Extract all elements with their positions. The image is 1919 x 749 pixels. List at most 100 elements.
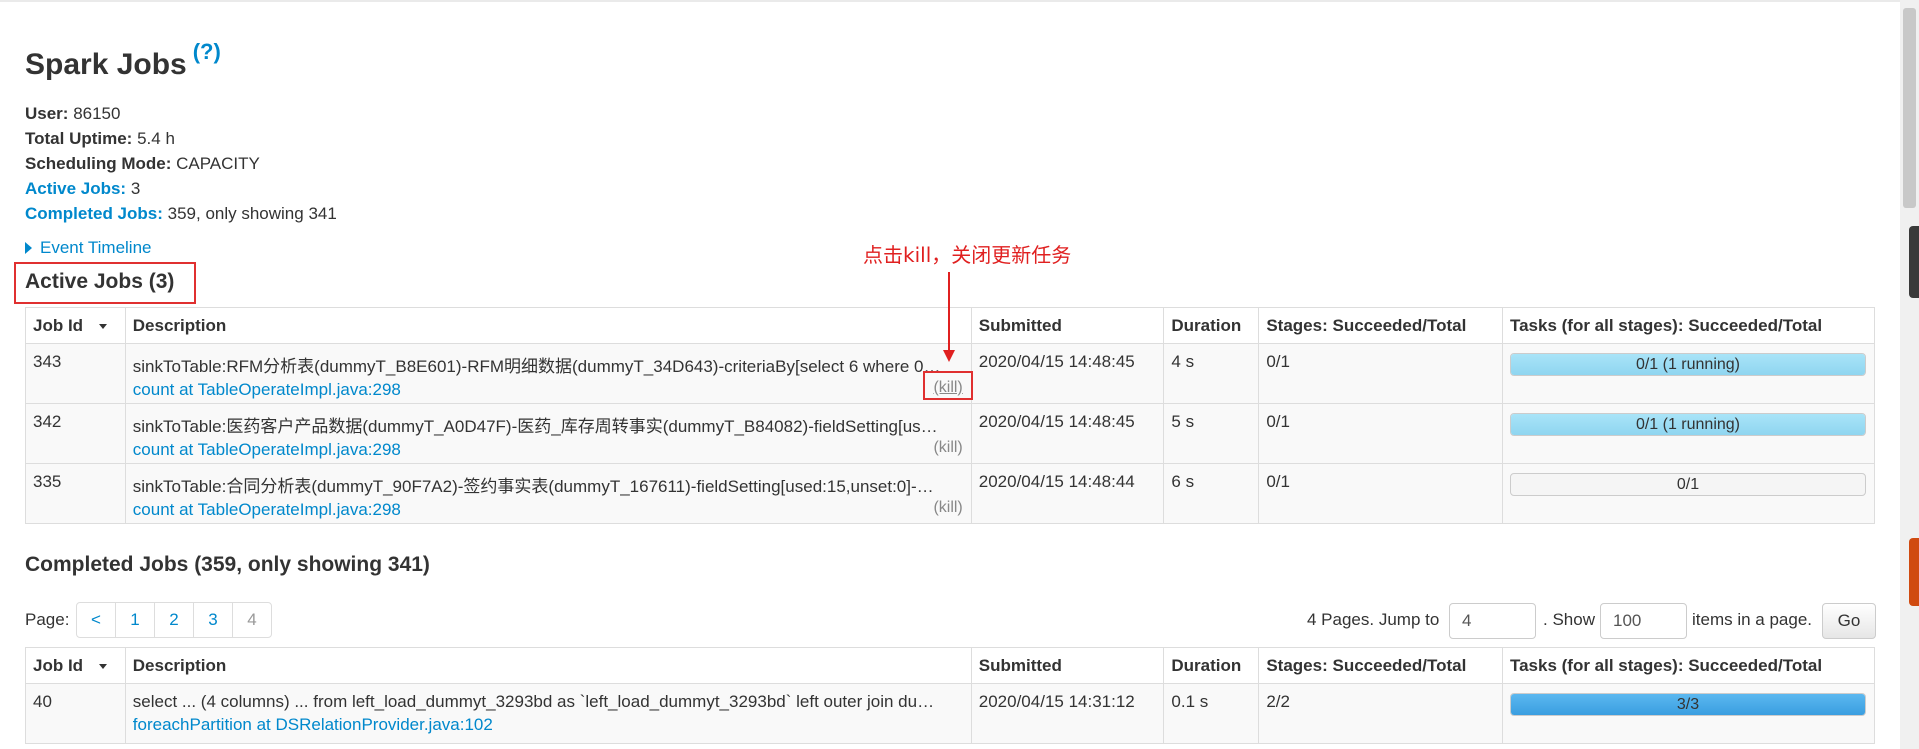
job-tasks: 0/1 (1 running) <box>1501 343 1876 404</box>
page-1-button[interactable]: 1 <box>115 602 155 638</box>
job-callsite-link[interactable]: count at TableOperateImpl.java:298 <box>133 500 401 519</box>
completed-jobs-value: 359, only showing 341 <box>162 204 337 223</box>
job-submitted: 2020/04/15 14:48:45 <box>970 343 1165 404</box>
completed-jobs-link[interactable]: Completed Jobs: <box>25 204 163 223</box>
job-tasks: 3/3 <box>1501 683 1876 744</box>
tasks-progress-bar: 0/1 (1 running) <box>1509 413 1866 436</box>
job-description: sinkToTable:医药客户产品数据(dummyT_A0D47F)-医药_库… <box>124 403 972 464</box>
kill-link[interactable]: (kill) <box>933 499 962 517</box>
top-border <box>0 0 1900 2</box>
annotation-text: 点击kill，关闭更新任务 <box>863 243 1072 267</box>
sort-desc-icon <box>99 663 108 669</box>
job-callsite-link[interactable]: count at TableOperateImpl.java:298 <box>133 380 401 399</box>
active-jobs-value: 3 <box>126 179 141 198</box>
completed-jobs-table-wrap: Job Id Description Submitted Duration St… <box>25 647 1876 744</box>
summary-scheduling: Scheduling Mode: CAPACITY <box>25 151 1875 176</box>
col-tasks[interactable]: Tasks (for all stages): Succeeded/Total <box>1501 647 1876 684</box>
table-row: 40 select ... (4 columns) ... from left_… <box>25 683 1876 744</box>
col-stages[interactable]: Stages: Succeeded/Total <box>1258 647 1503 684</box>
col-job-id[interactable]: Job Id <box>25 647 126 684</box>
tasks-progress-text: 0/1 (1 running) <box>1635 356 1740 373</box>
completed-jobs-heading[interactable]: Completed Jobs (359, only showing 341) <box>25 553 430 577</box>
side-widget-top[interactable] <box>1909 226 1919 298</box>
job-stages: 0/1 <box>1258 343 1503 404</box>
sort-desc-icon <box>99 323 108 329</box>
job-duration: 6 s <box>1163 463 1260 524</box>
job-stages: 0/1 <box>1258 403 1503 464</box>
active-jobs-table-wrap: Job Id Description Submitted Duration St… <box>25 307 1876 524</box>
page-prev-button[interactable]: < <box>76 602 116 638</box>
active-jobs-link[interactable]: Active Jobs: <box>25 179 126 198</box>
summary-user: User: 86150 <box>25 101 1875 126</box>
col-submitted[interactable]: Submitted <box>970 307 1165 344</box>
job-description: select ... (4 columns) ... from left_loa… <box>124 683 972 744</box>
job-id: 342 <box>25 403 126 464</box>
col-duration[interactable]: Duration <box>1163 647 1260 684</box>
uptime-value: 5.4 h <box>132 129 175 148</box>
pages-info: 4 Pages. Jump to <box>1307 610 1440 629</box>
job-submitted: 2020/04/15 14:48:44 <box>970 463 1165 524</box>
show-label: . Show <box>1543 610 1595 629</box>
vertical-scrollbar[interactable] <box>1900 0 1919 749</box>
page-label: Page: <box>25 610 70 629</box>
col-job-id[interactable]: Job Id <box>25 307 126 344</box>
scheduling-value: CAPACITY <box>171 154 260 173</box>
annotation-box-kill <box>923 371 973 400</box>
job-duration: 5 s <box>1163 403 1260 464</box>
job-tasks: 0/1 (1 running) <box>1501 403 1876 464</box>
side-widget-bottom[interactable] <box>1909 538 1919 606</box>
col-description[interactable]: Description <box>124 647 972 684</box>
col-submitted[interactable]: Submitted <box>970 647 1165 684</box>
tasks-progress-bar: 0/1 <box>1509 473 1866 496</box>
kill-link[interactable]: (kill) <box>933 439 962 457</box>
job-id: 40 <box>25 683 126 744</box>
annotation-box-heading <box>14 262 196 304</box>
active-jobs-table: Job Id Description Submitted Duration St… <box>25 307 1876 524</box>
table-row: 342 sinkToTable:医药客户产品数据(dummyT_A0D47F)-… <box>25 403 1876 464</box>
job-description: sinkToTable:合同分析表(dummyT_90F7A2)-签约事实表(d… <box>124 463 972 524</box>
scheduling-label: Scheduling Mode: <box>25 154 172 173</box>
job-id: 343 <box>25 343 126 404</box>
help-link[interactable]: (?) <box>193 39 221 64</box>
summary-active: Active Jobs: 3 <box>25 176 1875 201</box>
job-tasks: 0/1 <box>1501 463 1876 524</box>
table-row: 335 sinkToTable:合同分析表(dummyT_90F7A2)-签约事… <box>25 463 1876 524</box>
summary-uptime: Total Uptime: 5.4 h <box>25 126 1875 151</box>
summary-completed: Completed Jobs: 359, only showing 341 <box>25 201 1875 226</box>
job-desc-text: sinkToTable:医药客户产品数据(dummyT_A0D47F)-医药_库… <box>132 417 938 436</box>
job-callsite-link[interactable]: foreachPartition at DSRelationProvider.j… <box>133 715 493 734</box>
summary-list: User: 86150 Total Uptime: 5.4 h Scheduli… <box>25 101 1875 226</box>
col-duration[interactable]: Duration <box>1163 307 1260 344</box>
page-title-text: Spark Jobs <box>25 48 187 81</box>
tasks-progress-text: 3/3 <box>1676 696 1700 713</box>
jump-to-page-input[interactable]: 4 <box>1449 603 1536 639</box>
job-desc-text: sinkToTable:合同分析表(dummyT_90F7A2)-签约事实表(d… <box>132 477 934 496</box>
job-id: 335 <box>25 463 126 524</box>
job-stages: 0/1 <box>1258 463 1503 524</box>
main-content: Spark Jobs (?) User: 86150 Total Uptime: … <box>25 28 1875 258</box>
col-description[interactable]: Description <box>124 307 972 344</box>
col-stages[interactable]: Stages: Succeeded/Total <box>1258 307 1503 344</box>
tasks-progress-bar: 3/3 <box>1509 693 1866 716</box>
page-2-button[interactable]: 2 <box>154 602 194 638</box>
job-callsite-link[interactable]: count at TableOperateImpl.java:298 <box>133 440 401 459</box>
job-submitted: 2020/04/15 14:31:12 <box>970 683 1165 744</box>
go-button[interactable]: Go <box>1822 603 1876 639</box>
pagination: < 1 2 3 4 <box>76 602 272 638</box>
annotation-arrow-line <box>948 272 950 353</box>
col-tasks[interactable]: Tasks (for all stages): Succeeded/Total <box>1501 307 1876 344</box>
uptime-label: Total Uptime: <box>25 129 133 148</box>
job-duration: 4 s <box>1163 343 1260 404</box>
job-desc-text: select ... (4 columns) ... from left_loa… <box>132 692 935 711</box>
job-duration: 0.1 s <box>1163 683 1260 744</box>
event-timeline-label: Event Timeline <box>40 238 152 257</box>
page-size-input[interactable]: 100 <box>1600 603 1687 639</box>
job-submitted: 2020/04/15 14:48:45 <box>970 403 1165 464</box>
job-description: sinkToTable:RFM分析表(dummyT_B8E601)-RFM明细数… <box>124 343 972 404</box>
tasks-progress-text: 0/1 <box>1676 476 1700 493</box>
user-value: 86150 <box>68 104 121 123</box>
scrollbar-thumb[interactable] <box>1903 8 1916 208</box>
completed-jobs-table: Job Id Description Submitted Duration St… <box>25 647 1876 744</box>
tasks-progress-bar: 0/1 (1 running) <box>1509 353 1866 376</box>
page-3-button[interactable]: 3 <box>193 602 233 638</box>
